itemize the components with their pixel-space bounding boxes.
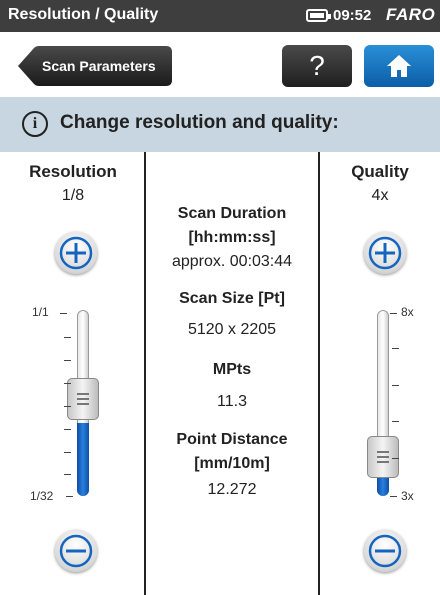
scan-duration-label: Scan Duration (177, 205, 287, 222)
scan-info-panel: Scan Duration [hh:mm:ss] approx. 00:03:4… (146, 152, 318, 502)
quality-increase-button[interactable] (364, 232, 406, 274)
point-distance-unit: [mm/10m] (194, 455, 270, 472)
minus-icon (368, 534, 402, 568)
point-distance-value: 12.272 (207, 481, 257, 498)
slider-tick (64, 383, 71, 384)
slider-tick (392, 458, 399, 459)
scan-duration-value: approx. 00:03:44 (171, 253, 293, 270)
resolution-slider-fill (77, 423, 89, 496)
slider-tick (64, 474, 71, 475)
scan-size-value: 5120 x 2205 (187, 321, 277, 338)
resolution-title: Resolution (29, 162, 117, 181)
help-icon: ? (309, 50, 325, 81)
quality-decrease-button[interactable] (364, 530, 406, 572)
slider-tick (66, 496, 73, 497)
mpts-label: MPts (212, 361, 252, 378)
resolution-slider-thumb[interactable] (67, 378, 99, 420)
clock-time: 09:52 (333, 7, 372, 24)
back-button[interactable]: Scan Parameters (18, 46, 172, 86)
resolution-value: 1/8 (61, 187, 85, 204)
plus-icon (368, 236, 402, 270)
resolution-slider-max-label: 1/1 (32, 305, 49, 319)
quality-panel: Quality 4x (320, 152, 440, 205)
home-icon (387, 55, 411, 77)
resolution-slider-min-label: 1/32 (30, 489, 54, 503)
help-button[interactable]: ? (282, 45, 352, 87)
quality-slider-max-label: 8x (401, 305, 414, 319)
status-bar: Resolution / Quality 09:52 FARO (0, 0, 440, 32)
slider-tick (390, 313, 397, 314)
section-title: Change resolution and quality: (60, 112, 339, 133)
scan-size-label: Scan Size [Pt] (179, 290, 285, 307)
column-divider-right (318, 152, 320, 595)
slider-tick (390, 496, 397, 497)
info-icon: i (22, 111, 48, 137)
navigation-bar: Scan Parameters ? (0, 32, 440, 97)
resolution-decrease-button[interactable] (55, 530, 97, 572)
quality-value: 4x (371, 187, 389, 204)
slider-tick (64, 452, 71, 453)
slider-tick (64, 406, 71, 407)
brand-logo: FARO (386, 5, 436, 24)
resolution-panel: Resolution 1/8 (0, 152, 146, 205)
battery-icon (306, 9, 331, 22)
slider-tick (64, 360, 71, 361)
back-button-label: Scan Parameters (42, 58, 156, 74)
window-title: Resolution / Quality (8, 6, 159, 23)
scan-duration-unit: [hh:mm:ss] (188, 229, 276, 246)
home-button[interactable] (364, 45, 434, 87)
plus-icon (59, 236, 93, 270)
point-distance-label: Point Distance (176, 431, 288, 448)
quality-slider-min-label: 3x (401, 489, 414, 503)
minus-icon (59, 534, 93, 568)
slider-tick (392, 348, 399, 349)
section-header: i Change resolution and quality: (0, 97, 440, 152)
quality-slider-thumb[interactable] (367, 436, 399, 478)
slider-tick (64, 429, 71, 430)
slider-tick (392, 385, 399, 386)
resolution-increase-button[interactable] (55, 232, 97, 274)
slider-tick (60, 313, 67, 314)
slider-tick (392, 421, 399, 422)
slider-tick (64, 337, 71, 338)
mpts-value: 11.3 (217, 393, 247, 410)
quality-title: Quality (351, 162, 409, 181)
